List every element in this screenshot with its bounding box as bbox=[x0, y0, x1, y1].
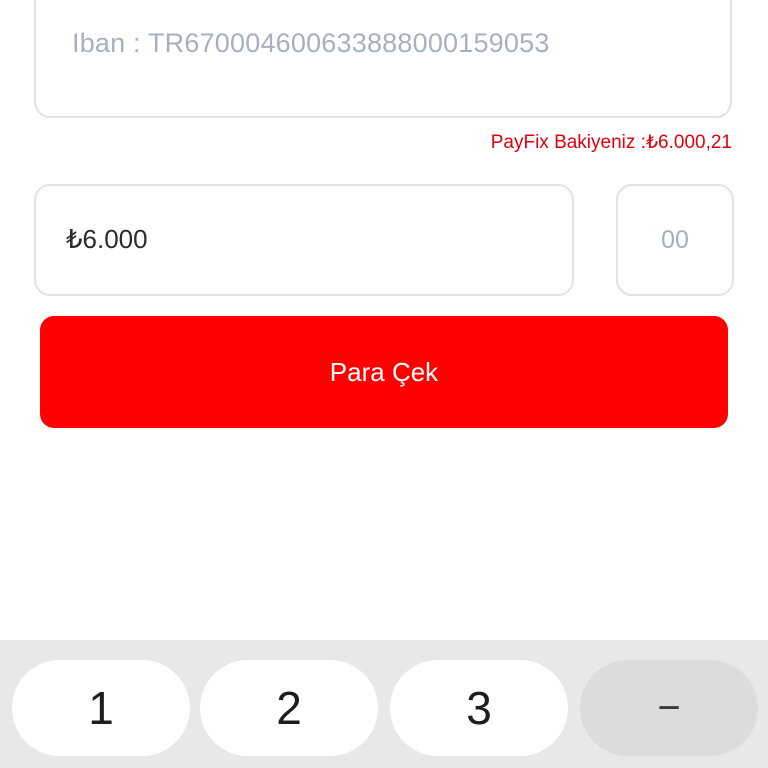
key-2[interactable]: 2 bbox=[200, 660, 378, 756]
withdraw-page: Iban : TR670004600633888000159053 PayFix… bbox=[0, 0, 768, 768]
iban-text: Iban : TR670004600633888000159053 bbox=[72, 28, 550, 58]
withdraw-button[interactable]: Para Çek bbox=[40, 316, 728, 428]
cents-placeholder: 00 bbox=[661, 225, 689, 254]
key-minus[interactable]: − bbox=[580, 660, 758, 756]
key-1[interactable]: 1 bbox=[12, 660, 190, 756]
payfix-balance-label: PayFix Bakiyeniz :₺6.000,21 bbox=[490, 132, 732, 153]
key-3[interactable]: 3 bbox=[390, 660, 568, 756]
cents-input[interactable]: 00 bbox=[616, 184, 734, 296]
iban-field[interactable]: Iban : TR670004600633888000159053 bbox=[34, 0, 732, 118]
amount-value: ₺6.000 bbox=[66, 224, 148, 254]
numeric-keyboard: 1 2 3 − bbox=[0, 640, 768, 768]
amount-input[interactable]: ₺6.000 bbox=[34, 184, 574, 296]
